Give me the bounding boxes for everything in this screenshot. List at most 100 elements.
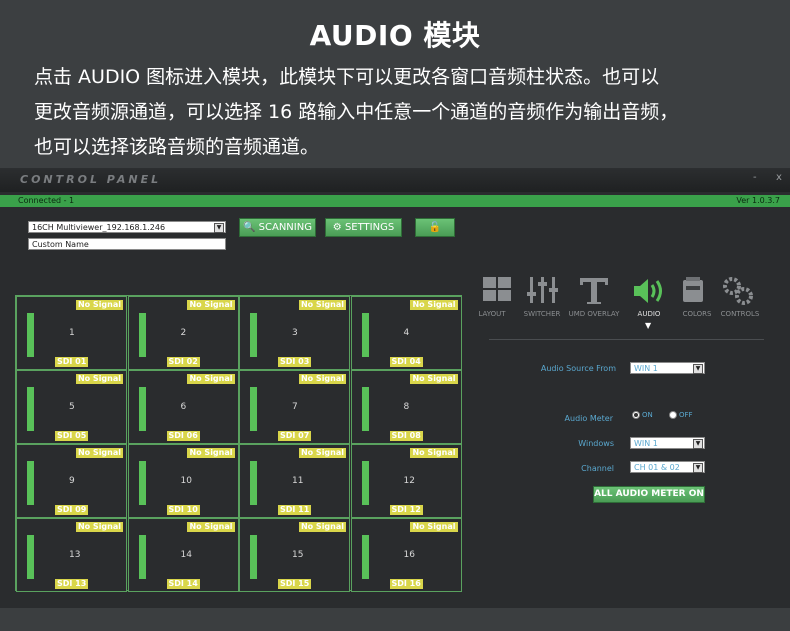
sdi-label: SDI 02	[166, 357, 200, 367]
no-signal-badge: No Signal	[187, 300, 235, 310]
no-signal-badge: No Signal	[187, 522, 235, 532]
audio-meter-off-radio[interactable]: OFF	[669, 411, 693, 419]
control-panel-window: CONTROL PANEL - x Connected - 1 Ver 1.0.…	[0, 168, 790, 608]
audio-meter-bar	[27, 387, 34, 431]
viewer-window[interactable]: No Signal 3 SDI 03	[239, 296, 350, 370]
viewer-window[interactable]: No Signal 6 SDI 06	[127, 370, 239, 444]
viewer-window[interactable]: No Signal 13 SDI 13	[16, 518, 127, 592]
sdi-label: SDI 08	[389, 431, 423, 441]
window-number: 8	[403, 402, 410, 412]
no-signal-badge: No Signal	[187, 448, 235, 458]
viewer-window[interactable]: No Signal 8 SDI 08	[350, 370, 462, 444]
window-number: 15	[292, 550, 304, 560]
no-signal-badge: No Signal	[75, 448, 123, 458]
sdi-label: SDI 11	[278, 505, 312, 515]
device-select[interactable]: 16CH Multiviewer_192.168.1.246 ▼	[28, 221, 226, 233]
viewer-window[interactable]: No Signal 15 SDI 15	[239, 518, 350, 592]
audio-meter-bar	[138, 535, 146, 579]
audio-meter-off-label: OFF	[679, 411, 693, 419]
chevron-down-icon: ▼	[693, 463, 703, 473]
sdi-label: SDI 01	[55, 357, 89, 367]
unlock-icon: 🔓	[428, 222, 442, 233]
sdi-label: SDI 04	[389, 357, 423, 367]
no-signal-badge: No Signal	[410, 448, 458, 458]
audio-meter-on-label: ON	[642, 411, 653, 419]
audio-meter-bar	[27, 535, 34, 579]
no-signal-badge: No Signal	[75, 522, 123, 532]
no-signal-badge: No Signal	[298, 522, 346, 532]
window-number: 13	[69, 550, 81, 560]
sdi-label: SDI 13	[55, 579, 89, 589]
audio-source-label: Audio Source From	[540, 364, 616, 373]
audio-meter-bar	[361, 313, 369, 357]
viewer-window[interactable]: No Signal 9 SDI 09	[16, 444, 127, 518]
close-button[interactable]: x	[776, 172, 782, 183]
multiviewer-grid: No Signal 1 SDI 01 No Signal 2 SDI 02 No Signa…	[15, 295, 462, 592]
channel-label: Channel	[581, 464, 614, 473]
sdi-label: SDI 09	[55, 505, 89, 515]
viewer-window[interactable]: No Signal 10 SDI 10	[127, 444, 239, 518]
sdi-label: SDI 06	[166, 431, 200, 441]
intro-line-3: 也可以选择该路音频的音频通道。	[34, 136, 320, 158]
viewer-window[interactable]: No Signal 7 SDI 07	[239, 370, 350, 444]
window-number: 1	[69, 328, 75, 338]
channel-value: CH 01 & 02	[634, 463, 680, 472]
lock-button[interactable]: 🔓	[415, 218, 455, 237]
title-bar: CONTROL PANEL - x	[0, 168, 790, 192]
all-audio-meter-on-button[interactable]: ALL AUDIO METER ON	[593, 486, 705, 503]
sdi-label: SDI 12	[389, 505, 423, 515]
viewer-window[interactable]: No Signal 14 SDI 14	[127, 518, 239, 592]
viewer-window[interactable]: No Signal 11 SDI 11	[239, 444, 350, 518]
channel-select[interactable]: CH 01 & 02 ▼	[630, 461, 705, 473]
minimize-button[interactable]: -	[753, 172, 757, 183]
audio-meter-on-radio[interactable]: ON	[632, 411, 653, 419]
window-number: 9	[69, 476, 75, 486]
audio-meter-bar	[138, 313, 146, 357]
window-number: 16	[403, 550, 415, 560]
sdi-label: SDI 07	[278, 431, 312, 441]
nav-umd-overlay-label: UMD OVERLAY	[568, 310, 620, 318]
audio-source-select[interactable]: WIN 1 ▼	[630, 362, 705, 374]
device-select-value: 16CH Multiviewer_192.168.1.246	[32, 223, 166, 232]
custom-name-field[interactable]: Custom Name	[28, 238, 226, 250]
viewer-window[interactable]: No Signal 1 SDI 01	[16, 296, 127, 370]
window-number: 7	[292, 402, 298, 412]
window-number: 6	[180, 402, 187, 412]
scanning-button[interactable]: 🔍 SCANNING	[239, 218, 316, 237]
windows-value: WIN 1	[634, 439, 658, 448]
chevron-down-icon: ▼	[693, 439, 703, 449]
no-signal-badge: No Signal	[298, 374, 346, 384]
window-number: 11	[292, 476, 304, 486]
window-number: 12	[403, 476, 415, 486]
audio-icon	[634, 279, 662, 303]
intro-line-1: 点击 AUDIO 图标进入模块，此模块下可以更改各窗口音频柱状态。也可以	[34, 66, 660, 88]
nav-controls-label: CONTROLS	[720, 310, 760, 318]
sdi-label: SDI 10	[166, 505, 200, 515]
sdi-label: SDI 16	[389, 579, 423, 589]
audio-source-value: WIN 1	[634, 364, 658, 373]
umd-overlay-icon	[580, 278, 608, 304]
settings-button-label: SETTINGS	[344, 222, 395, 233]
settings-button[interactable]: ⚙ SETTINGS	[325, 218, 402, 237]
viewer-window[interactable]: No Signal 16 SDI 16	[350, 518, 462, 592]
no-signal-badge: No Signal	[410, 374, 458, 384]
window-number: 5	[69, 402, 75, 412]
audio-meter-bar	[250, 461, 257, 505]
viewer-window[interactable]: No Signal 2 SDI 02	[127, 296, 239, 370]
windows-select[interactable]: WIN 1 ▼	[630, 437, 705, 449]
viewer-window[interactable]: No Signal 4 SDI 04	[350, 296, 462, 370]
viewer-window[interactable]: No Signal 12 SDI 12	[350, 444, 462, 518]
radio-dot-icon	[632, 411, 640, 419]
active-caret-icon: ▼	[645, 321, 652, 330]
window-number: 3	[292, 328, 298, 338]
intro-section: AUDIO 模块 点击 AUDIO 图标进入模块，此模块下可以更改各窗口音频柱状…	[0, 0, 790, 168]
gear-icon: ⚙	[332, 222, 342, 233]
sdi-label: SDI 03	[278, 357, 312, 367]
app-brand: CONTROL PANEL	[20, 173, 162, 186]
viewer-window[interactable]: No Signal 5 SDI 05	[16, 370, 127, 444]
controls-icon	[723, 277, 753, 305]
window-number: 10	[180, 476, 192, 486]
audio-meter-bar	[361, 387, 369, 431]
radio-dot-icon	[669, 411, 677, 419]
connection-status: Connected - 1	[18, 196, 75, 205]
